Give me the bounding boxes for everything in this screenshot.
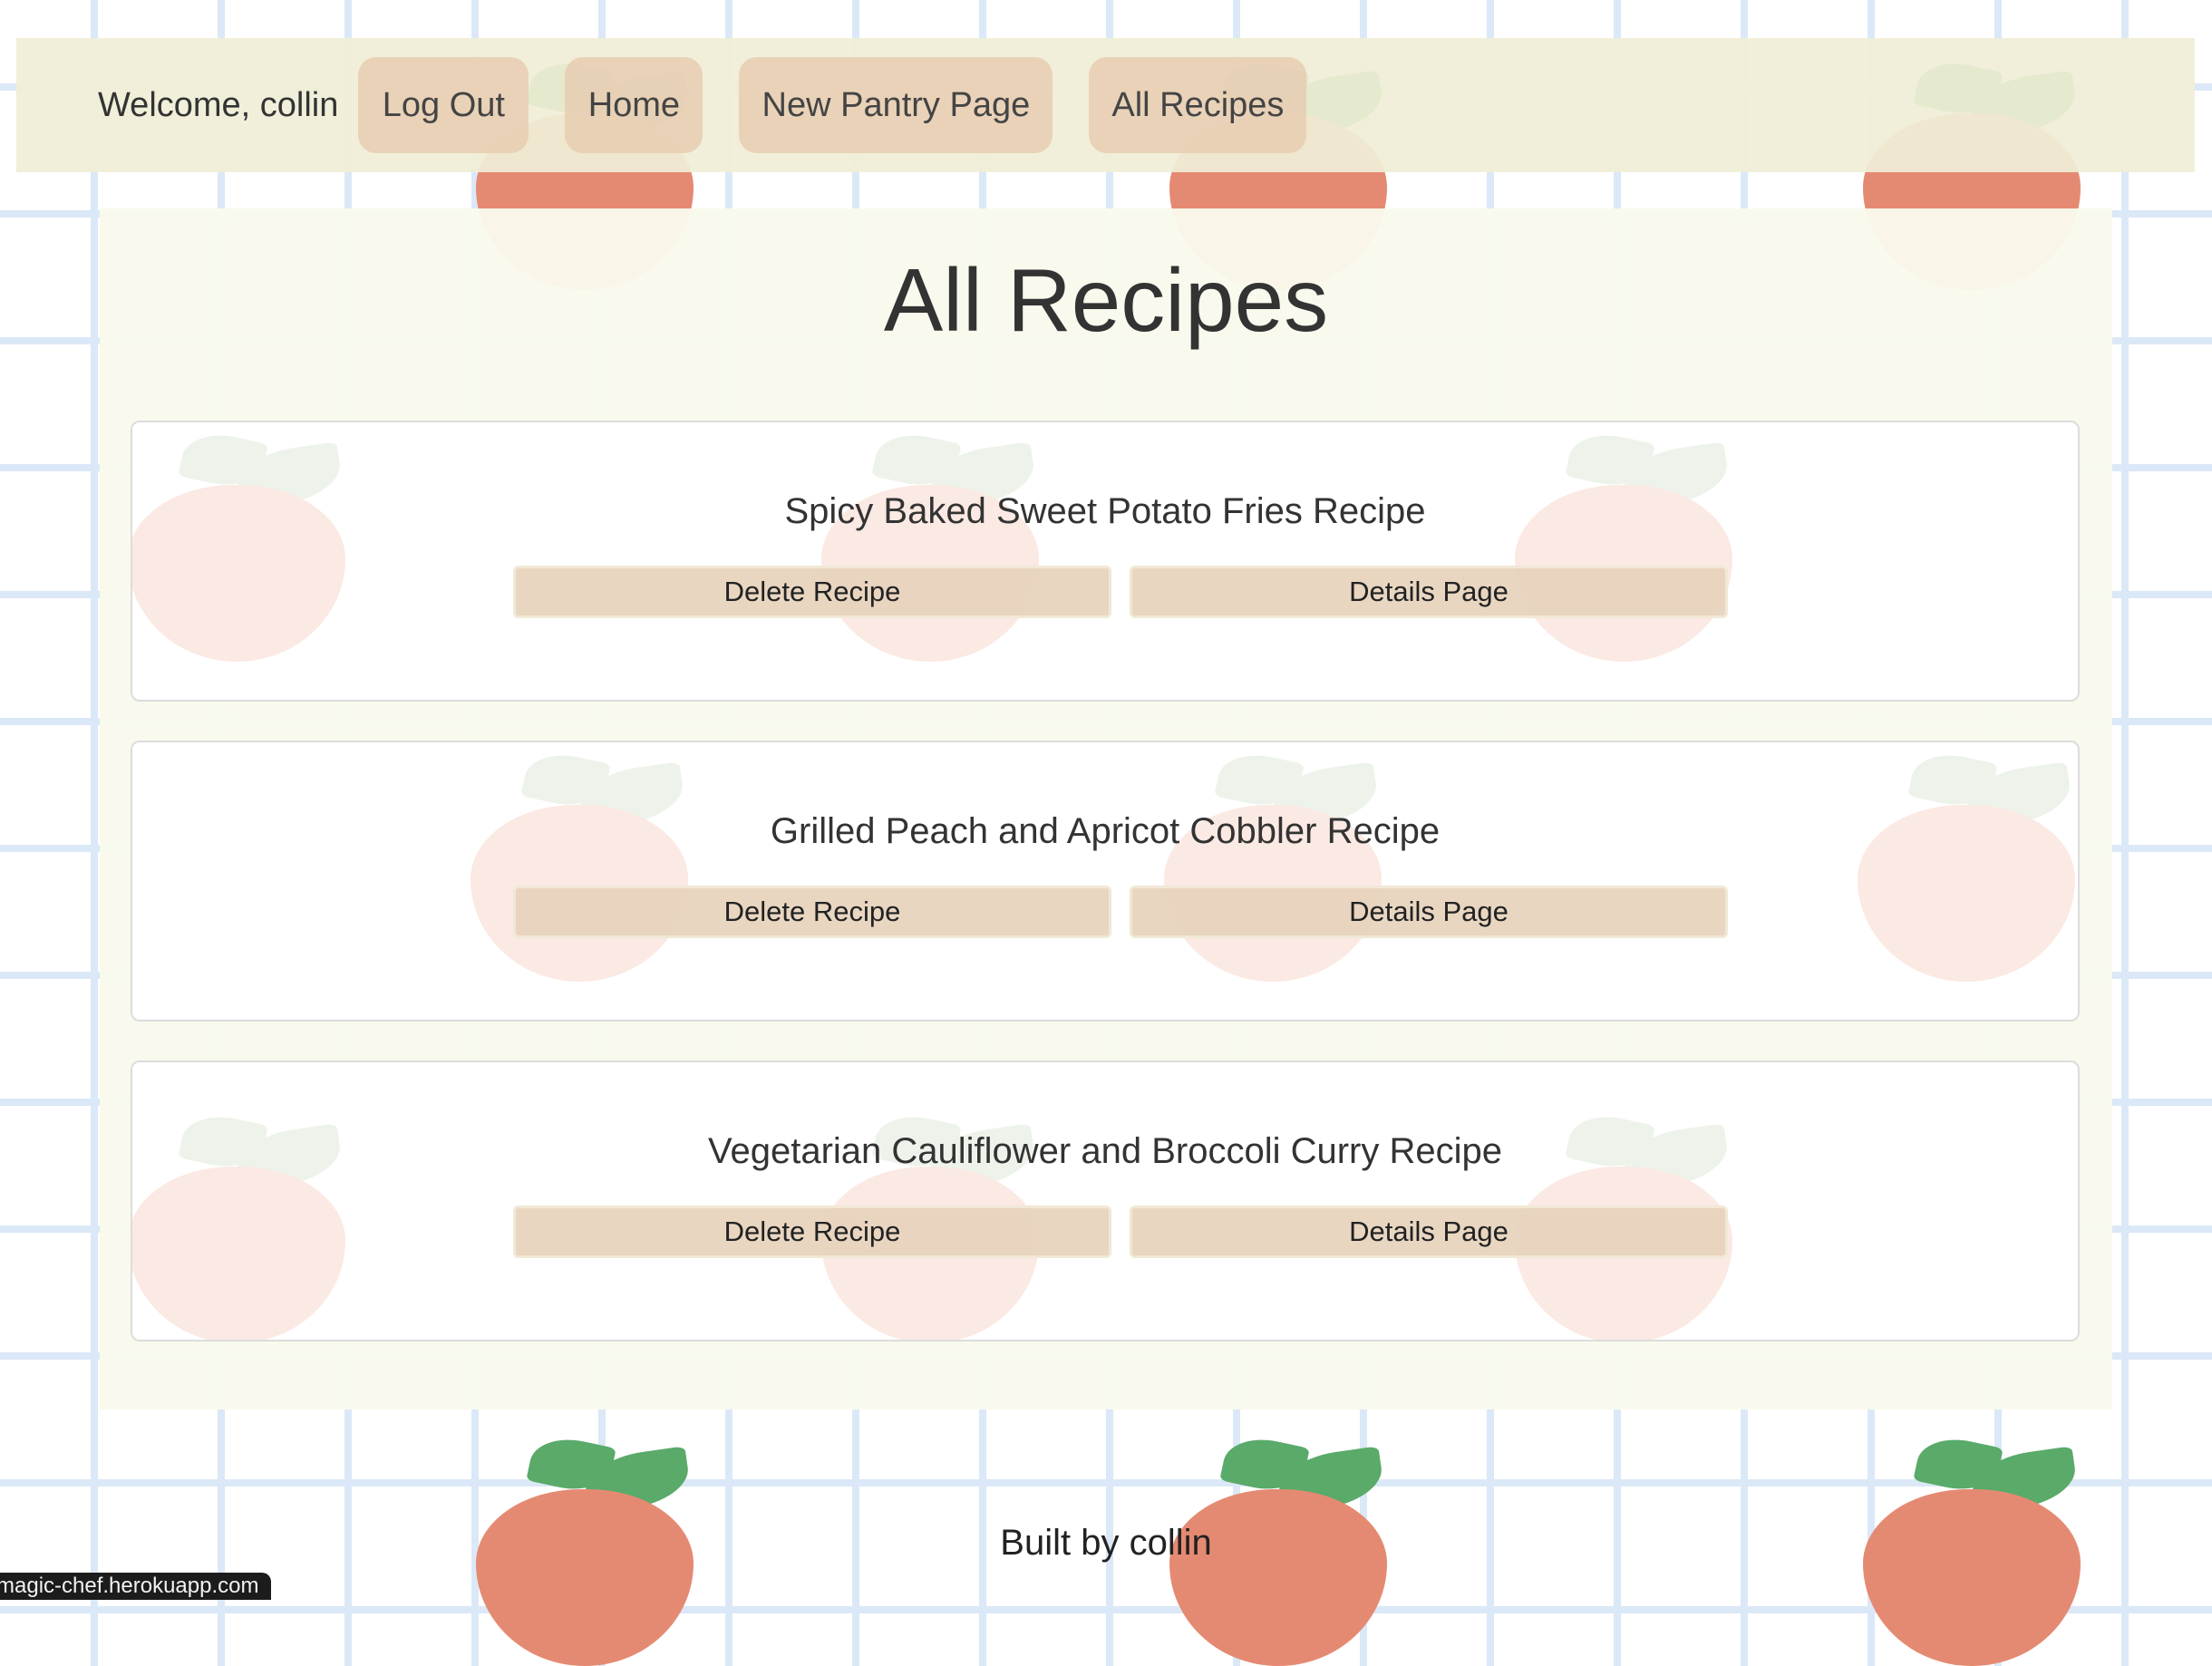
recipe-title: Grilled Peach and Apricot Cobbler Recipe	[770, 811, 1441, 851]
link-preview-url: magic-chef.herokuapp.com	[0, 1574, 259, 1598]
peach-decoration-icon	[471, 747, 688, 982]
top-navbar: Welcome, collin Log Out Home New Pantry …	[16, 38, 2195, 172]
delete-recipe-button[interactable]: Delete Recipe	[513, 1206, 1111, 1258]
page-title: All Recipes	[883, 250, 1329, 350]
welcome-text: Welcome, collin	[98, 85, 339, 124]
new-pantry-page-button[interactable]: New Pantry Page	[739, 57, 1053, 153]
recipe-title: Vegetarian Cauliflower and Broccoli Curr…	[708, 1131, 1502, 1171]
all-recipes-button[interactable]: All Recipes	[1089, 57, 1307, 153]
recipe-title: Spicy Baked Sweet Potato Fries Recipe	[784, 491, 1426, 531]
peach-decoration-icon	[1515, 427, 1732, 662]
recipes-panel: All Recipes Spicy Baked Sweet Potato Fri…	[100, 208, 2112, 1409]
delete-recipe-button[interactable]: Delete Recipe	[513, 566, 1111, 618]
details-page-button[interactable]: Details Page	[1130, 886, 1728, 938]
details-page-button[interactable]: Details Page	[1130, 566, 1728, 618]
details-page-button[interactable]: Details Page	[1130, 1206, 1728, 1258]
recipe-card: Vegetarian Cauliflower and Broccoli Curr…	[131, 1061, 2080, 1342]
home-button[interactable]: Home	[565, 57, 703, 153]
link-preview-tooltip: magic-chef.herokuapp.com	[0, 1573, 272, 1600]
footer-text: Built by collin	[1000, 1523, 1212, 1563]
peach-decoration-icon	[132, 427, 345, 662]
delete-recipe-button[interactable]: Delete Recipe	[513, 886, 1111, 938]
peach-decoration-icon	[1164, 747, 1382, 982]
peach-decoration-icon	[1858, 747, 2075, 982]
recipe-card: Grilled Peach and Apricot Cobbler Recipe…	[131, 741, 2080, 1022]
peach-decoration-icon	[821, 427, 1039, 662]
logout-button[interactable]: Log Out	[358, 57, 529, 153]
recipe-card: Spicy Baked Sweet Potato Fries Recipe De…	[131, 421, 2080, 702]
